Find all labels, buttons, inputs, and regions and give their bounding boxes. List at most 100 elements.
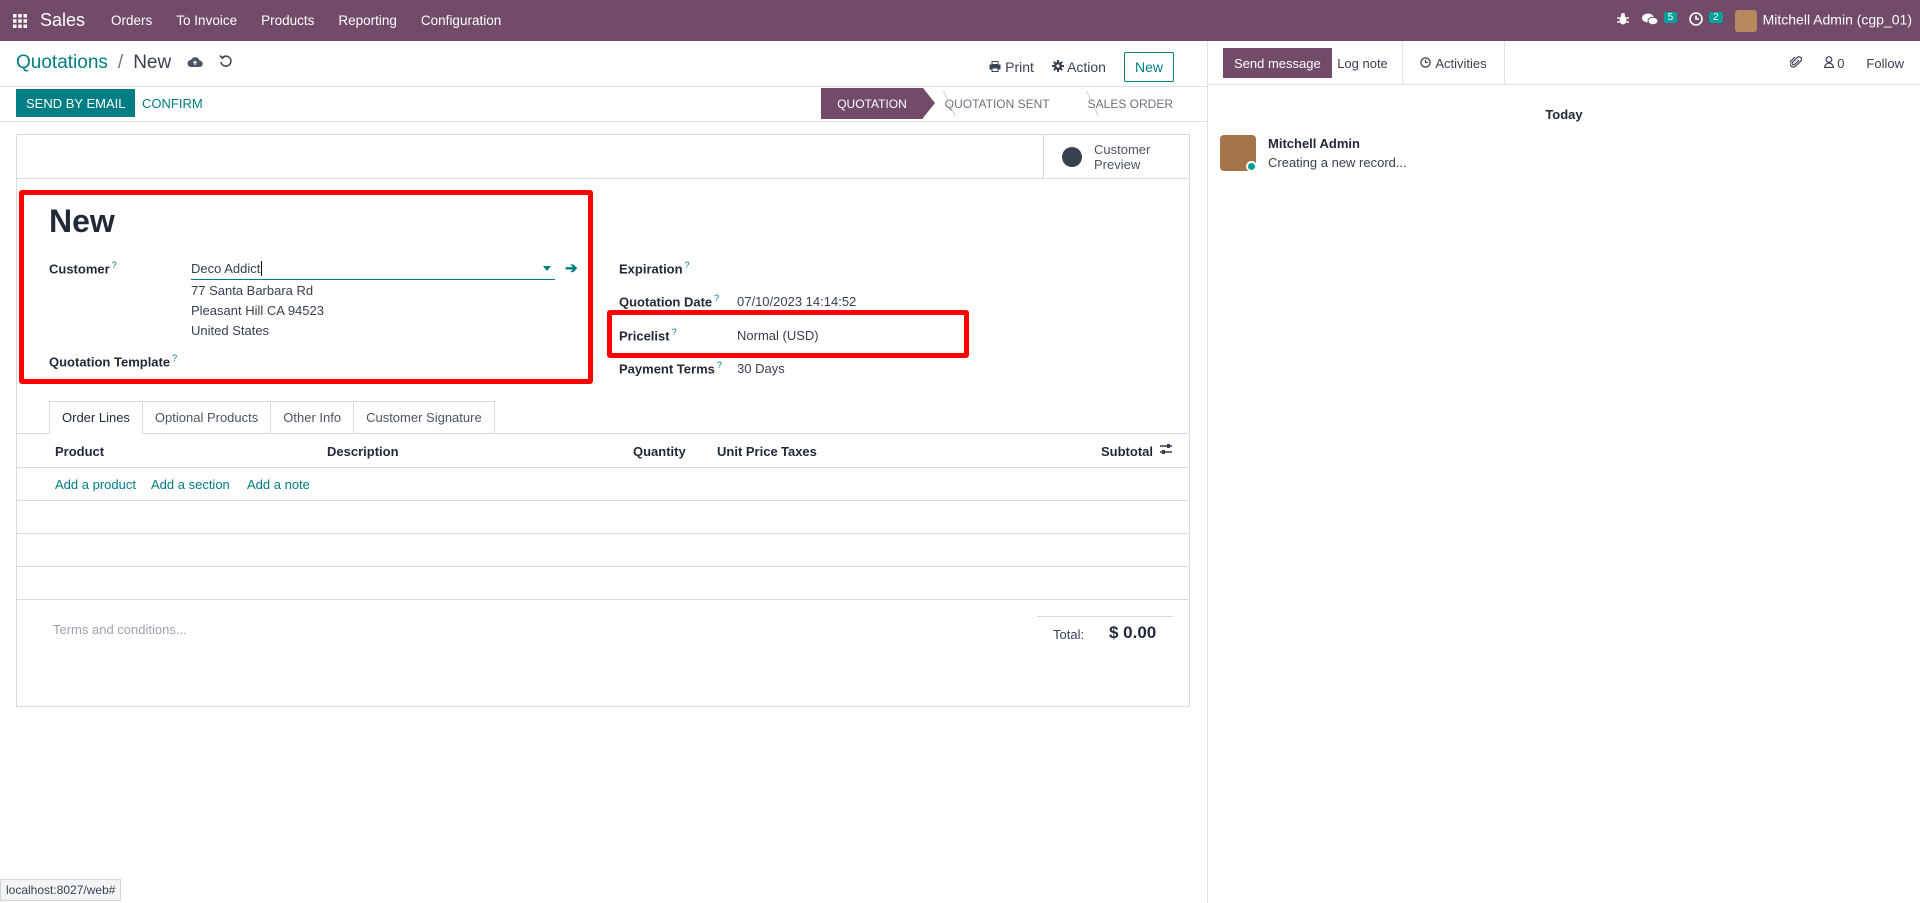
tab-order-lines[interactable]: Order Lines [49, 401, 143, 434]
divider [0, 86, 1207, 87]
order-lines-header: Product Description Quantity Unit Price … [17, 434, 1189, 468]
add-line-row: Add a product Add a section Add a note [17, 468, 1189, 501]
activity-menu[interactable]: 2 [1689, 12, 1723, 29]
confirm-button[interactable]: CONFIRM [142, 89, 203, 117]
customer-preview-line2: Preview [1094, 157, 1141, 172]
empty-row [17, 567, 1189, 600]
globe-icon [1062, 147, 1082, 167]
top-navbar: Sales Orders To Invoice Products Reporti… [0, 0, 1920, 41]
activities-count-badge: 2 [1709, 12, 1723, 23]
col-unit-price[interactable]: Unit Price [717, 444, 778, 459]
highlight-box-customer-section [19, 190, 593, 384]
add-section-link[interactable]: Add a section [151, 477, 230, 492]
top-actions: Print Action New [989, 52, 1174, 82]
menu-reporting[interactable]: Reporting [338, 13, 397, 28]
action-button[interactable]: Action [1051, 59, 1106, 75]
user-icon [1823, 55, 1838, 71]
payment-terms-label-text: Payment Terms [619, 361, 715, 377]
online-status-dot [1246, 161, 1257, 172]
debug-bug-icon[interactable] [1616, 12, 1630, 29]
customer-preview-label: Customer Preview [1094, 142, 1150, 172]
empty-row [17, 534, 1189, 567]
menu-configuration[interactable]: Configuration [421, 13, 501, 28]
payment-terms-label: Payment Terms? [619, 360, 722, 376]
menu-orders[interactable]: Orders [111, 13, 152, 28]
add-note-link[interactable]: Add a note [247, 477, 310, 492]
divider [0, 121, 1207, 122]
clock-icon [1420, 56, 1432, 71]
activities-label: Activities [1435, 55, 1487, 71]
followers-count: 0 [1837, 55, 1845, 71]
send-message-button[interactable]: Send message [1223, 48, 1332, 78]
menu-products[interactable]: Products [261, 13, 314, 28]
gear-icon [1051, 59, 1067, 75]
col-product[interactable]: Product [55, 444, 104, 459]
customer-preview-button[interactable]: Customer Preview [1043, 135, 1189, 179]
chatter-topbar: Send message Log note Activities 0 Follo… [1208, 41, 1920, 85]
col-quantity[interactable]: Quantity [633, 444, 686, 459]
notebook-tabs: Order Lines Optional Products Other Info… [49, 401, 495, 434]
message-body: Creating a new record... [1268, 155, 1407, 170]
clock-icon [1689, 12, 1707, 29]
quotation-date-help-icon[interactable]: ? [714, 293, 719, 303]
step-quotation-sent[interactable]: QUOTATION SENT [923, 88, 1066, 119]
step-quotation[interactable]: QUOTATION [821, 88, 935, 119]
messaging-menu[interactable]: 5 [1641, 12, 1678, 29]
optional-columns-toggle-icon[interactable] [1159, 442, 1173, 459]
total-amount: $ 0.00 [1109, 623, 1157, 642]
terms-and-conditions-field[interactable]: Terms and conditions... [53, 622, 187, 637]
tab-customer-signature[interactable]: Customer Signature [354, 401, 495, 434]
col-taxes[interactable]: Taxes [781, 444, 817, 459]
app-name[interactable]: Sales [40, 10, 85, 31]
payment-terms-help-icon[interactable]: ? [717, 360, 722, 370]
tab-other-info[interactable]: Other Info [271, 401, 355, 434]
col-description[interactable]: Description [327, 444, 399, 459]
tab-optional-products[interactable]: Optional Products [142, 401, 272, 434]
customer-preview-line1: Customer [1094, 142, 1151, 157]
send-by-email-button[interactable]: SEND BY EMAIL [16, 89, 136, 117]
expiration-help-icon[interactable]: ? [685, 260, 690, 270]
button-box: Customer Preview [17, 135, 1189, 179]
save-cloud-icon[interactable] [187, 55, 203, 72]
follow-button[interactable]: Follow [1866, 56, 1904, 71]
user-name: Mitchell Admin (cgp_01) [1762, 11, 1912, 28]
messages-count-badge: 5 [1663, 12, 1678, 23]
new-record-button[interactable]: New [1123, 52, 1174, 82]
breadcrumb: Quotations / New [16, 52, 233, 74]
status-steps: QUOTATION QUOTATION SENT SALES ORDER [821, 88, 1189, 119]
chat-bubbles-icon [1641, 13, 1662, 29]
chatter-panel: Send message Log note Activities 0 Follo… [1207, 41, 1920, 903]
quotation-date-label: Quotation Date? [619, 293, 719, 309]
expiration-label-text: Expiration [619, 261, 683, 277]
apps-menu-icon[interactable] [2, 0, 38, 41]
attachment-paperclip-icon[interactable] [1788, 55, 1802, 72]
user-avatar [1734, 9, 1757, 32]
breadcrumb-separator: / [117, 52, 124, 73]
quotation-date-field[interactable]: 07/10/2023 14:14:52 [737, 294, 856, 309]
message-author[interactable]: Mitchell Admin [1268, 136, 1360, 151]
menu-to-invoice[interactable]: To Invoice [176, 13, 237, 28]
expiration-field[interactable] [737, 256, 967, 278]
step-sales-order[interactable]: SALES ORDER [1066, 88, 1189, 119]
breadcrumb-current: New [133, 52, 172, 73]
col-subtotal[interactable]: Subtotal [1101, 444, 1153, 459]
user-menu[interactable]: Mitchell Admin (cgp_01) [1734, 9, 1912, 32]
activities-button[interactable]: Activities [1403, 41, 1505, 85]
log-note-button[interactable]: Log note [1323, 41, 1403, 85]
payment-terms-field[interactable]: 30 Days [737, 361, 785, 376]
empty-row [17, 501, 1189, 534]
chatter-topbar-right: 0 Follow [1788, 41, 1904, 85]
followers-button[interactable]: 0 [1823, 55, 1845, 71]
total-label: Total: [1053, 627, 1085, 642]
breadcrumb-quotations[interactable]: Quotations [16, 52, 108, 74]
form-sheet: Customer Preview New Customer? Deco Addi… [16, 134, 1190, 707]
print-button[interactable]: Print [989, 59, 1034, 75]
highlight-box-pricelist [607, 310, 969, 358]
action-label: Action [1067, 59, 1106, 75]
expiration-label: Expiration? [619, 260, 690, 276]
printer-icon [989, 59, 1005, 75]
date-separator: Today [1545, 107, 1583, 122]
status-row: SEND BY EMAIL CONFIRM QUOTATION QUOTATIO… [0, 88, 1207, 121]
add-product-link[interactable]: Add a product [55, 477, 136, 492]
discard-undo-icon[interactable] [219, 54, 233, 72]
